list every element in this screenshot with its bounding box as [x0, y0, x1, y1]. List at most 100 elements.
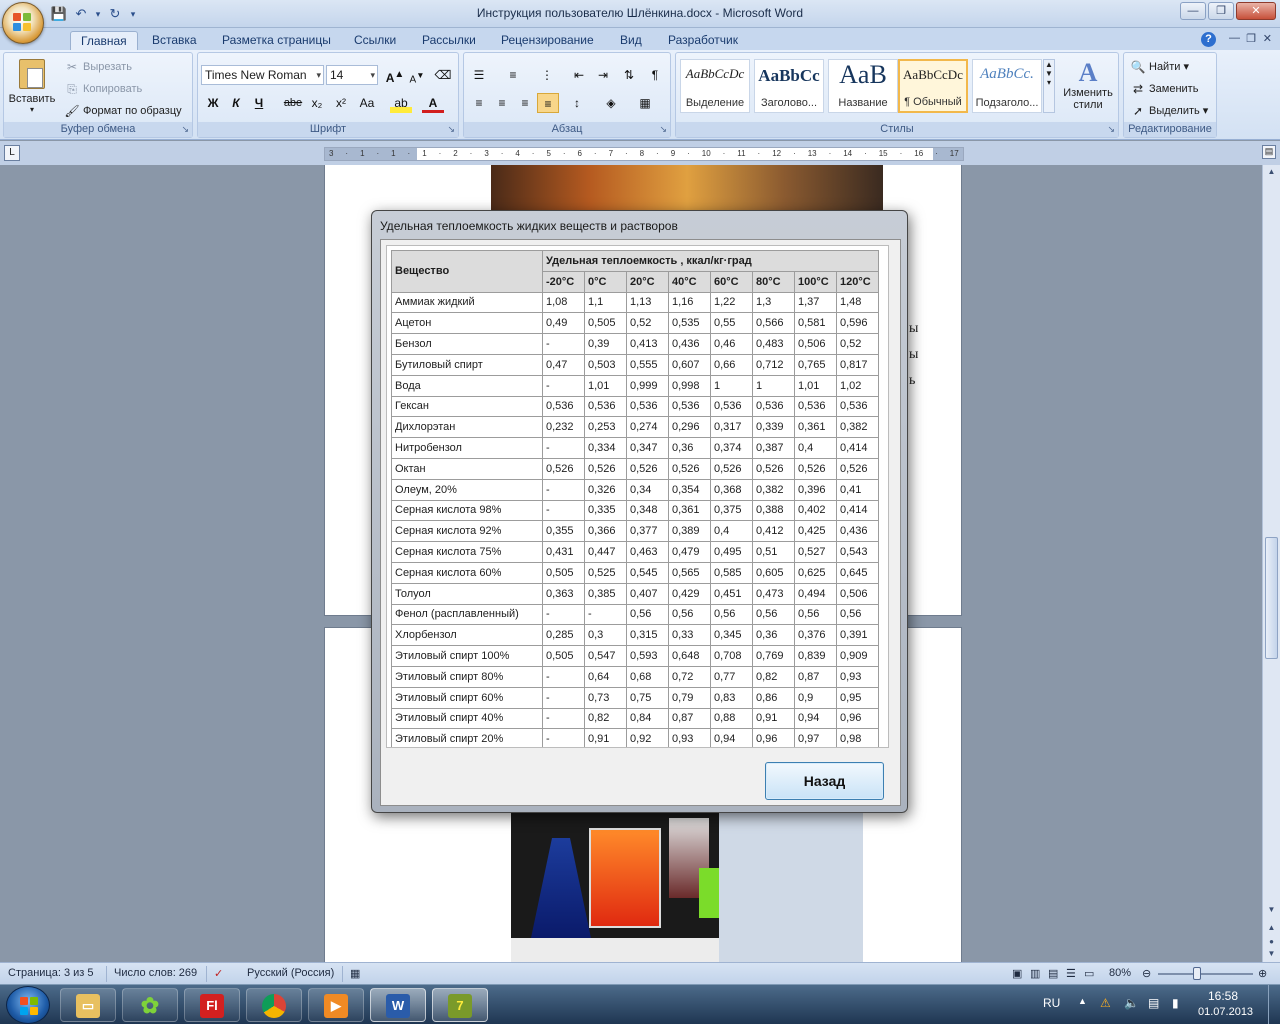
close-button[interactable]: ✕ — [1236, 2, 1276, 20]
taskbar-explorer[interactable]: ▭ — [60, 988, 116, 1022]
antivirus-icon[interactable]: ⚠ — [1100, 996, 1111, 1010]
taskbar-word[interactable]: W — [370, 988, 426, 1022]
page-count-status[interactable]: Страница: 3 из 5 — [8, 967, 94, 979]
style-normal[interactable]: AaBbCcDc ¶ Обычный — [898, 59, 968, 113]
show-hidden-icons-icon[interactable]: ▲ — [1078, 996, 1087, 1006]
increase-indent-icon[interactable]: ⇥ — [592, 65, 614, 85]
full-screen-reading-icon[interactable]: ▥ — [1030, 967, 1040, 980]
shading-icon[interactable]: ◈ — [600, 93, 622, 113]
scroll-up-icon[interactable]: ▲ — [1265, 167, 1278, 181]
tab-mailings[interactable]: Рассылки — [412, 31, 486, 50]
numbering-icon[interactable]: ≡ — [502, 65, 524, 85]
strikethrough-button[interactable]: abe — [282, 93, 304, 113]
style-subtitle[interactable]: AaBbCc. Подзаголо... — [972, 59, 1042, 113]
office-button[interactable] — [2, 2, 44, 44]
superscript-button[interactable]: x² — [330, 93, 352, 113]
show-marks-icon[interactable]: ¶ — [644, 65, 666, 85]
clock-date[interactable]: 01.07.2013 — [1198, 1006, 1253, 1018]
previous-page-icon[interactable]: ▲ — [1265, 923, 1278, 937]
align-center-icon[interactable]: ≡ — [491, 93, 513, 113]
taskbar-tool[interactable]: 7 — [432, 988, 488, 1022]
help-icon[interactable]: ? — [1201, 32, 1216, 47]
scroll-down-icon[interactable]: ▼ — [1265, 905, 1278, 919]
replace-button[interactable]: ⇄ Заменить — [1130, 81, 1198, 97]
underline-button[interactable]: Ч — [248, 93, 270, 113]
font-size-combo[interactable]: 14 ▾ — [326, 65, 378, 85]
tab-view[interactable]: Вид — [610, 31, 652, 50]
zoom-slider-thumb[interactable] — [1193, 967, 1201, 980]
find-button[interactable]: 🔍 Найти ▾ — [1130, 59, 1189, 75]
font-dialog-launcher-icon[interactable]: ↘ — [447, 124, 455, 135]
tab-insert[interactable]: Вставка — [142, 31, 207, 50]
tab-developer[interactable]: Разработчик — [658, 31, 748, 50]
proofing-icon[interactable]: ✓ — [214, 967, 223, 980]
font-color-icon[interactable]: A — [422, 93, 444, 113]
paste-button[interactable]: Вставить ▾ — [8, 57, 56, 117]
tab-stop-selector[interactable]: L — [4, 145, 20, 161]
show-desktop-button[interactable] — [1268, 985, 1280, 1024]
maximize-button[interactable]: ❐ — [1208, 2, 1234, 20]
vertical-scrollbar[interactable]: ▲ ▼ ▲ ● ▼ — [1262, 165, 1280, 962]
bold-button[interactable]: Ж — [202, 93, 224, 113]
select-button[interactable]: ➚ Выделить ▾ — [1130, 103, 1208, 119]
clipboard-dialog-launcher-icon[interactable]: ↘ — [181, 124, 189, 135]
draft-view-icon[interactable]: ▭ — [1084, 967, 1094, 980]
style-emphasis[interactable]: AaBbCcDc Выделение — [680, 59, 750, 113]
zoom-in-icon[interactable]: ⊕ — [1258, 967, 1267, 980]
cut-button[interactable]: ✂ Вырезать — [64, 59, 132, 75]
taskbar-flashget[interactable]: Fl — [184, 988, 240, 1022]
volume-icon[interactable]: 🔈 — [1124, 996, 1139, 1010]
zoom-out-icon[interactable]: ⊖ — [1142, 967, 1151, 980]
decrease-indent-icon[interactable]: ⇤ — [568, 65, 590, 85]
input-language[interactable]: RU — [1043, 996, 1060, 1010]
align-left-icon[interactable]: ≡ — [468, 93, 490, 113]
italic-button[interactable]: К — [225, 93, 247, 113]
start-button[interactable] — [6, 986, 50, 1024]
taskbar-chrome[interactable] — [246, 988, 302, 1022]
highlight-icon[interactable]: ab — [390, 93, 412, 113]
subscript-button[interactable]: x₂ — [306, 93, 328, 113]
change-styles-button[interactable]: A Изменить стили — [1058, 59, 1118, 112]
zoom-slider[interactable] — [1158, 973, 1253, 975]
tab-page-layout[interactable]: Разметка страницы — [212, 31, 341, 50]
format-painter-button[interactable]: 🖌 Формат по образцу — [64, 103, 181, 119]
scroll-thumb[interactable] — [1265, 537, 1278, 659]
clock-time[interactable]: 16:58 — [1208, 989, 1238, 1003]
ribbon-minimize-icon[interactable]: — — [1229, 32, 1240, 44]
tab-home[interactable]: Главная — [70, 31, 138, 50]
justify-icon[interactable]: ≡ — [537, 93, 559, 113]
language-status[interactable]: Русский (Россия) — [247, 967, 334, 979]
next-page-icon[interactable]: ▼ — [1265, 949, 1278, 963]
clear-format-icon[interactable]: ⌫ — [432, 65, 454, 85]
power-icon[interactable]: ▮ — [1172, 996, 1179, 1010]
shrink-font-icon[interactable]: A▼ — [406, 65, 428, 85]
style-heading[interactable]: AaBbCc Заголово... — [754, 59, 824, 113]
align-right-icon[interactable]: ≡ — [514, 93, 536, 113]
borders-icon[interactable]: ▦ — [634, 93, 656, 113]
view-ruler-icon[interactable]: ▤ — [1262, 145, 1276, 159]
horizontal-ruler[interactable]: 3 · 1 · 1 · 1 · 2 · 3 · 4 · 5 · 6 · 7 · 8 · 9 · 10 · 11 · 12 · 13 · 14 · 1… — [324, 147, 964, 161]
back-button[interactable]: Назад — [765, 762, 884, 800]
ribbon-close-icon[interactable]: ✕ — [1263, 32, 1272, 45]
bullets-icon[interactable]: ☰ — [468, 65, 490, 85]
zoom-level[interactable]: 80% — [1109, 967, 1131, 979]
macro-record-icon[interactable]: ▦ — [350, 967, 360, 980]
grow-font-icon[interactable]: A▲ — [384, 65, 406, 85]
copy-button[interactable]: ⎘ Копировать — [64, 81, 142, 97]
network-icon[interactable]: ▤ — [1148, 996, 1159, 1010]
tab-references[interactable]: Ссылки — [344, 31, 406, 50]
style-title[interactable]: AaB Название — [828, 59, 898, 113]
change-case-button[interactable]: Aa — [356, 93, 378, 113]
word-count-status[interactable]: Число слов: 269 — [114, 967, 197, 979]
font-name-combo[interactable]: Times New Roman ▾ — [201, 65, 324, 85]
outline-view-icon[interactable]: ☰ — [1066, 967, 1076, 980]
sort-icon[interactable]: ⇅ — [618, 65, 640, 85]
minimize-button[interactable]: — — [1180, 2, 1206, 20]
print-layout-icon[interactable]: ▣ — [1012, 967, 1022, 980]
taskbar-media-player[interactable]: ▶ — [308, 988, 364, 1022]
web-layout-icon[interactable]: ▤ — [1048, 967, 1058, 980]
ribbon-restore-icon[interactable]: ❐ — [1246, 32, 1256, 45]
multilevel-list-icon[interactable]: ⋮ — [536, 65, 558, 85]
styles-dialog-launcher-icon[interactable]: ↘ — [1107, 124, 1115, 135]
line-spacing-icon[interactable]: ↕ — [566, 93, 588, 113]
